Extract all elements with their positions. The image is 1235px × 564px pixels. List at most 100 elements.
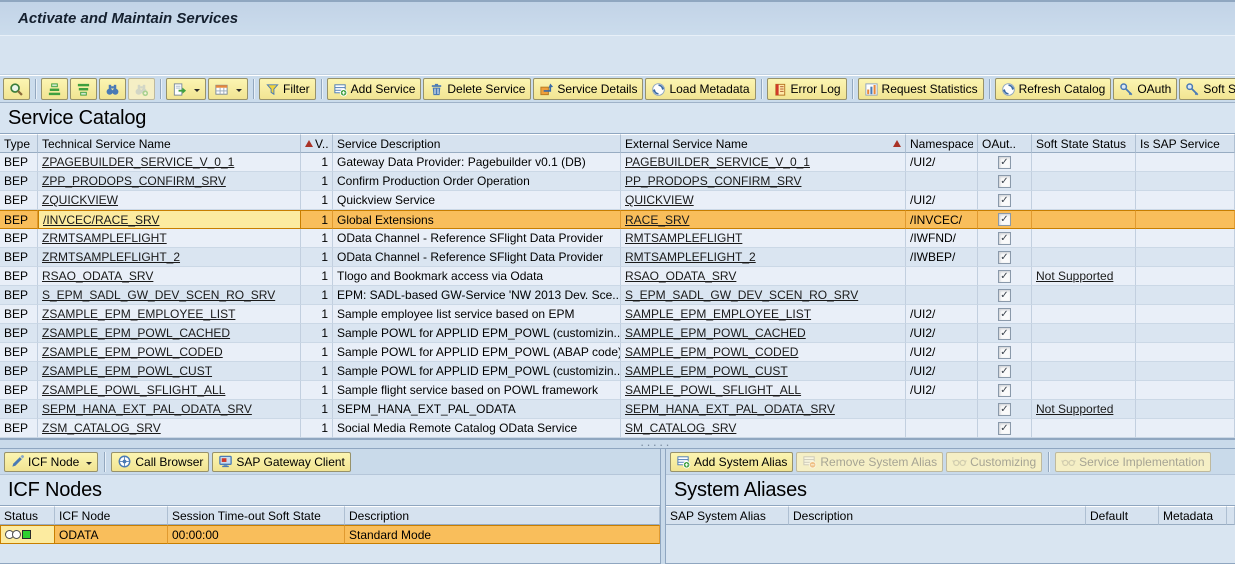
technical-service-link[interactable]: ZSAMPLE_EPM_POWL_CUST — [42, 364, 212, 378]
external-service-link[interactable]: RSAO_ODATA_SRV — [625, 269, 736, 283]
external-service-link[interactable]: SAMPLE_EPM_EMPLOYEE_LIST — [625, 307, 811, 321]
external-service-link[interactable]: SEPM_HANA_EXT_PAL_ODATA_SRV — [625, 402, 835, 416]
col-header-namespace[interactable]: Namespace — [906, 134, 978, 153]
technical-service-link[interactable]: ZRMTSAMPLEFLIGHT_2 — [42, 250, 180, 264]
horizontal-splitter[interactable]: ····· — [0, 439, 1235, 449]
oauth-checkbox[interactable]: ✓ — [998, 213, 1011, 226]
icf-node-row[interactable]: ODATA00:00:00Standard Mode — [0, 525, 660, 544]
service-row[interactable]: BEPZSAMPLE_EPM_EMPLOYEE_LIST1Sample empl… — [0, 305, 1235, 324]
external-service-link[interactable]: SAMPLE_EPM_POWL_CUST — [625, 364, 788, 378]
technical-service-link[interactable]: ZSAMPLE_POWL_SFLIGHT_ALL — [42, 383, 225, 397]
col-header-is-sap-service[interactable]: Is SAP Service — [1136, 134, 1235, 153]
col-header-default[interactable]: Default — [1086, 506, 1159, 525]
col-header-status[interactable]: Status — [0, 506, 55, 525]
sort-ascending-button[interactable] — [41, 78, 68, 100]
technical-service-link[interactable]: SEPM_HANA_EXT_PAL_ODATA_SRV — [42, 402, 252, 416]
col-header-description[interactable]: Description — [789, 506, 1086, 525]
oauth-checkbox[interactable]: ✓ — [998, 403, 1011, 416]
col-header-description[interactable]: Description — [345, 506, 660, 525]
sap-gateway-client-button[interactable]: SAP Gateway Client — [212, 452, 351, 472]
soft-state-button[interactable]: Soft State — [1179, 78, 1235, 100]
technical-service-link[interactable]: ZRMTSAMPLEFLIGHT — [42, 231, 167, 245]
service-row[interactable]: BEPS_EPM_SADL_GW_DEV_SCEN_RO_SRV1EPM: SA… — [0, 286, 1235, 305]
external-service-link[interactable]: RACE_SRV — [625, 213, 689, 227]
external-service-link[interactable]: QUICKVIEW — [625, 193, 694, 207]
refresh-catalog-button[interactable]: Refresh Catalog — [995, 78, 1112, 100]
technical-service-link[interactable]: ZSAMPLE_EPM_EMPLOYEE_LIST — [42, 307, 235, 321]
col-header-oaut[interactable]: OAut.. — [978, 134, 1032, 153]
technical-service-link[interactable]: /INVCEC/RACE_SRV — [43, 213, 159, 227]
request-statistics-button[interactable]: Request Statistics — [858, 78, 984, 100]
technical-service-link[interactable]: ZPP_PRODOPS_CONFIRM_SRV — [42, 174, 226, 188]
service-row[interactable]: BEPZQUICKVIEW1Quickview ServiceQUICKVIEW… — [0, 191, 1235, 210]
oauth-button[interactable]: OAuth — [1113, 78, 1177, 100]
col-header-session-time-out-soft-state[interactable]: Session Time-out Soft State — [168, 506, 345, 525]
sort-descending-button[interactable] — [70, 78, 97, 100]
oauth-checkbox[interactable]: ✓ — [998, 289, 1011, 302]
col-header-v[interactable]: V.. — [301, 134, 333, 153]
oauth-checkbox[interactable]: ✓ — [998, 327, 1011, 340]
service-row[interactable]: BEPSEPM_HANA_EXT_PAL_ODATA_SRV1SEPM_HANA… — [0, 400, 1235, 419]
external-service-link[interactable]: S_EPM_SADL_GW_DEV_SCEN_RO_SRV — [625, 288, 858, 302]
splitter-handle-icon[interactable]: ····· — [640, 437, 672, 452]
technical-service-link[interactable]: ZPAGEBUILDER_SERVICE_V_0_1 — [42, 155, 234, 169]
oauth-checkbox[interactable]: ✓ — [998, 384, 1011, 397]
service-row[interactable]: BEPZSM_CATALOG_SRV1Social Media Remote C… — [0, 419, 1235, 438]
oauth-checkbox[interactable]: ✓ — [998, 270, 1011, 283]
layout-button[interactable] — [208, 78, 248, 100]
col-header-external-service-name[interactable]: External Service Name — [621, 134, 906, 153]
external-service-link[interactable]: RMTSAMPLEFLIGHT_2 — [625, 250, 756, 264]
oauth-checkbox[interactable]: ✓ — [998, 422, 1011, 435]
external-service-link[interactable]: SM_CATALOG_SRV — [625, 421, 736, 435]
service-details-button[interactable]: Service Details — [533, 78, 643, 100]
technical-service-link[interactable]: RSAO_ODATA_SRV — [42, 269, 153, 283]
service-row[interactable]: BEPZPP_PRODOPS_CONFIRM_SRV1Confirm Produ… — [0, 172, 1235, 191]
external-service-link[interactable]: PP_PRODOPS_CONFIRM_SRV — [625, 174, 802, 188]
add-system-alias-button[interactable]: Add System Alias — [670, 452, 793, 472]
delete-service-button[interactable]: Delete Service — [423, 78, 531, 100]
service-row[interactable]: BEPRSAO_ODATA_SRV1Tlogo and Bookmark acc… — [0, 267, 1235, 286]
find-button[interactable] — [99, 78, 126, 100]
col-header-service-description[interactable]: Service Description — [333, 134, 621, 153]
oauth-checkbox[interactable]: ✓ — [998, 194, 1011, 207]
oauth-checkbox[interactable]: ✓ — [998, 232, 1011, 245]
add-service-button[interactable]: Add Service — [327, 78, 422, 100]
soft-state-link[interactable]: Not Supported — [1036, 402, 1113, 416]
oauth-checkbox[interactable]: ✓ — [998, 365, 1011, 378]
technical-service-link[interactable]: ZSM_CATALOG_SRV — [42, 421, 161, 435]
col-header-metadata[interactable]: Metadata — [1159, 506, 1227, 525]
technical-service-link[interactable]: ZSAMPLE_EPM_POWL_CODED — [42, 345, 223, 359]
col-header-sap-system-alias[interactable]: SAP System Alias — [666, 506, 789, 525]
display-button[interactable] — [3, 78, 30, 100]
load-metadata-button[interactable]: Load Metadata — [645, 78, 755, 100]
export-button[interactable] — [166, 78, 206, 100]
oauth-checkbox[interactable]: ✓ — [998, 308, 1011, 321]
external-service-link[interactable]: SAMPLE_EPM_POWL_CODED — [625, 345, 798, 359]
oauth-checkbox[interactable]: ✓ — [998, 175, 1011, 188]
col-header-technical-service-name[interactable]: Technical Service Name — [38, 134, 301, 153]
external-service-link[interactable]: PAGEBUILDER_SERVICE_V_0_1 — [625, 155, 810, 169]
service-row[interactable]: BEPZPAGEBUILDER_SERVICE_V_0_11Gateway Da… — [0, 153, 1235, 172]
external-service-link[interactable]: SAMPLE_EPM_POWL_CACHED — [625, 326, 806, 340]
oauth-checkbox[interactable]: ✓ — [998, 346, 1011, 359]
external-service-link[interactable]: SAMPLE_POWL_SFLIGHT_ALL — [625, 383, 801, 397]
call-browser-button[interactable]: Call Browser — [111, 452, 209, 472]
col-header-icf-node[interactable]: ICF Node — [55, 506, 168, 525]
technical-service-link[interactable]: ZQUICKVIEW — [42, 193, 118, 207]
external-service-link[interactable]: RMTSAMPLEFLIGHT — [625, 231, 742, 245]
service-row[interactable]: BEP/INVCEC/RACE_SRV1Global ExtensionsRAC… — [0, 210, 1235, 229]
col-header-type[interactable]: Type — [0, 134, 38, 153]
oauth-checkbox[interactable]: ✓ — [998, 156, 1011, 169]
error-log-button[interactable]: Error Log — [767, 78, 847, 100]
oauth-checkbox[interactable]: ✓ — [998, 251, 1011, 264]
col-header-soft-state-status[interactable]: Soft State Status — [1032, 134, 1136, 153]
filter-button[interactable]: Filter — [259, 78, 316, 100]
service-row[interactable]: BEPZSAMPLE_POWL_SFLIGHT_ALL1Sample fligh… — [0, 381, 1235, 400]
service-row[interactable]: BEPZRMTSAMPLEFLIGHT1OData Channel - Refe… — [0, 229, 1235, 248]
service-row[interactable]: BEPZSAMPLE_EPM_POWL_CODED1Sample POWL fo… — [0, 343, 1235, 362]
service-row[interactable]: BEPZSAMPLE_EPM_POWL_CACHED1Sample POWL f… — [0, 324, 1235, 343]
service-row[interactable]: BEPZRMTSAMPLEFLIGHT_21OData Channel - Re… — [0, 248, 1235, 267]
soft-state-link[interactable]: Not Supported — [1036, 269, 1113, 283]
service-row[interactable]: BEPZSAMPLE_EPM_POWL_CUST1Sample POWL for… — [0, 362, 1235, 381]
icf-node-button[interactable]: ICF Node — [4, 452, 98, 472]
